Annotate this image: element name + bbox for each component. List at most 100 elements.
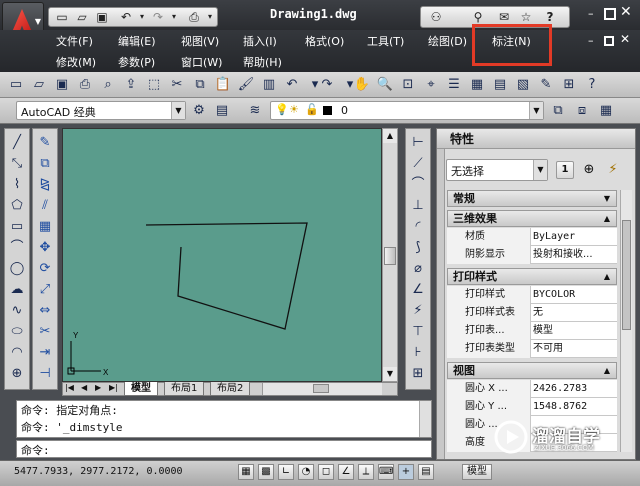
section-view[interactable]: 视图 ▲ — [447, 362, 617, 379]
construction-line-icon[interactable]: ⤡ — [7, 154, 27, 174]
menu-format[interactable]: 格式(O) — [305, 33, 344, 49]
publish-icon[interactable]: ⇪ — [121, 75, 141, 95]
menu-insert[interactable]: 插入(I) — [243, 33, 277, 49]
erase-icon[interactable]: ✎ — [35, 133, 55, 153]
insert-block-icon[interactable]: ⊕ — [7, 364, 27, 384]
binoculars-icon[interactable]: ⚇ — [427, 8, 445, 26]
menu-edit[interactable]: 编辑(E) — [118, 33, 156, 49]
ordinate-icon[interactable]: ⊥ — [408, 196, 428, 216]
rotate-icon[interactable]: ⟳ — [35, 259, 55, 279]
scroll-up-icon[interactable]: ▲ — [383, 129, 397, 143]
menu-modify[interactable]: 修改(M) — [56, 54, 96, 70]
doc-restore-icon[interactable] — [604, 36, 614, 46]
menu-draw[interactable]: 绘图(D) — [428, 33, 467, 49]
zoom-realtime-icon[interactable]: 🔍 — [375, 75, 395, 95]
break-icon[interactable]: ⊣ — [35, 364, 55, 384]
section-plot-style[interactable]: 打印样式 ▲ — [447, 268, 617, 285]
grid-mode-icon[interactable]: ▩ — [258, 464, 274, 480]
linear-dimension-icon[interactable]: ⊢ — [408, 133, 428, 153]
close-window-icon[interactable]: ✕ — [620, 4, 632, 20]
circle-icon[interactable]: ◯ — [7, 259, 27, 279]
workspace-dropdown[interactable]: AutoCAD 经典 ▼ — [16, 101, 186, 120]
polyline-icon[interactable]: ⌇ — [7, 175, 27, 195]
hscroll-thumb[interactable] — [313, 384, 329, 393]
workspace-settings-icon[interactable]: ⚙ — [189, 101, 209, 121]
spline-icon[interactable]: ∿ — [7, 301, 27, 321]
zoom-previous-icon[interactable]: ⌖ — [421, 75, 441, 95]
layer-dropdown[interactable]: 💡 ☀ 🔓 0 ▼ — [270, 101, 544, 120]
polygon-icon[interactable]: ⬠ — [7, 196, 27, 216]
section-3d-effects[interactable]: 三维效果 ▲ — [447, 210, 617, 227]
properties-scroll-thumb[interactable] — [622, 220, 631, 330]
rectangle-icon[interactable]: ▭ — [7, 217, 27, 237]
menu-parameters[interactable]: 参数(P) — [118, 54, 155, 70]
quick-properties-icon[interactable]: ▤ — [418, 464, 434, 480]
trim-icon[interactable]: ✂ — [35, 322, 55, 342]
aligned-dimension-icon[interactable]: ⟋ — [408, 154, 428, 174]
property-row-material[interactable]: 材质 ByLayer — [447, 228, 617, 246]
radius-icon[interactable]: ◜ — [408, 217, 428, 237]
toggle-pickadd-icon[interactable]: 1 — [556, 161, 574, 179]
restore-window-icon[interactable] — [604, 8, 616, 20]
markup-icon[interactable]: ✎ — [536, 75, 556, 95]
save-icon[interactable]: ▣ — [93, 8, 111, 26]
layer-previous-icon[interactable]: ⧈ — [572, 101, 592, 121]
snap-mode-icon[interactable]: ▦ — [238, 464, 254, 480]
mirror-icon[interactable]: ⧎ — [35, 175, 55, 195]
horizontal-scrollbar[interactable] — [262, 383, 382, 395]
zoom-window-icon[interactable]: ⊡ — [398, 75, 418, 95]
menu-view[interactable]: 视图(V) — [181, 33, 219, 49]
layer-manager-icon[interactable]: ≋ — [245, 101, 265, 121]
revision-cloud-icon[interactable]: ☁ — [7, 280, 27, 300]
plot-preview-icon[interactable]: ⌕ — [98, 75, 118, 95]
match-properties-icon[interactable]: 🖌 — [236, 75, 256, 95]
copy-icon[interactable]: ⧉ — [190, 75, 210, 95]
property-row-shadow[interactable]: 阴影显示 投射和接收... — [447, 246, 617, 264]
doc-minimize-icon[interactable]: – — [588, 34, 594, 47]
plot-icon[interactable]: ⎙ — [75, 75, 95, 95]
scroll-down-icon[interactable]: ▼ — [383, 367, 397, 381]
object-snap-icon[interactable]: ◻ — [318, 464, 334, 480]
make-current-layer-icon[interactable]: ⧉ — [548, 101, 568, 121]
new-file-icon[interactable]: ▭ — [53, 8, 71, 26]
ellipse-arc-icon[interactable]: ◠ — [7, 343, 27, 363]
help-icon[interactable]: ? — [582, 75, 602, 95]
chevron-down-icon[interactable]: ▾ — [201, 8, 219, 26]
layer-states-icon[interactable]: ▦ — [596, 101, 616, 121]
jogged-icon[interactable]: ⟆ — [408, 238, 428, 258]
arc-icon[interactable]: ⌒ — [7, 238, 27, 258]
move-icon[interactable]: ✥ — [35, 238, 55, 258]
offset-icon[interactable]: ⫽ — [35, 196, 55, 216]
property-row-center-x[interactable]: 圆心 X ... 2426.2783 — [447, 380, 617, 398]
pan-icon[interactable]: ✋ — [352, 75, 372, 95]
save-icon[interactable]: ▣ — [52, 75, 72, 95]
undo-icon[interactable]: ↶ — [282, 75, 302, 95]
property-row-plot-attach[interactable]: 打印表... 模型 — [447, 322, 617, 340]
3d-dwf-icon[interactable]: ⬚ — [144, 75, 164, 95]
extend-icon[interactable]: ⇥ — [35, 343, 55, 363]
scroll-thumb[interactable] — [384, 247, 396, 265]
quick-select-icon[interactable]: ⚡ — [604, 161, 622, 179]
tab-first-icon[interactable]: |◀ — [65, 383, 74, 392]
copy-object-icon[interactable]: ⧉ — [35, 154, 55, 174]
new-icon[interactable]: ▭ — [6, 75, 26, 95]
angular-icon[interactable]: ∠ — [408, 280, 428, 300]
redo-icon[interactable]: ↷ — [317, 75, 337, 95]
open-icon[interactable]: ▱ — [29, 75, 49, 95]
menu-help[interactable]: 帮助(H) — [243, 54, 282, 70]
menu-window[interactable]: 窗口(W) — [181, 54, 222, 70]
ortho-mode-icon[interactable]: ∟ — [278, 464, 294, 480]
tab-last-icon[interactable]: ▶| — [109, 383, 118, 392]
lineweight-icon[interactable]: + — [398, 464, 414, 480]
selection-dropdown[interactable]: 无选择 ▼ — [446, 159, 548, 181]
tool-palettes-icon[interactable]: ▤ — [490, 75, 510, 95]
properties-scrollbar[interactable] — [620, 190, 632, 452]
tolerance-icon[interactable]: ⊞ — [408, 364, 428, 384]
tab-layout1[interactable]: 布局1 — [164, 382, 205, 396]
menu-tools[interactable]: 工具(T) — [367, 33, 404, 49]
menu-file[interactable]: 文件(F) — [56, 33, 93, 49]
properties-icon[interactable]: ☰ — [444, 75, 464, 95]
continue-icon[interactable]: ⊦ — [408, 343, 428, 363]
calculator-icon[interactable]: ⊞ — [559, 75, 579, 95]
tab-layout2[interactable]: 布局2 — [210, 382, 251, 396]
